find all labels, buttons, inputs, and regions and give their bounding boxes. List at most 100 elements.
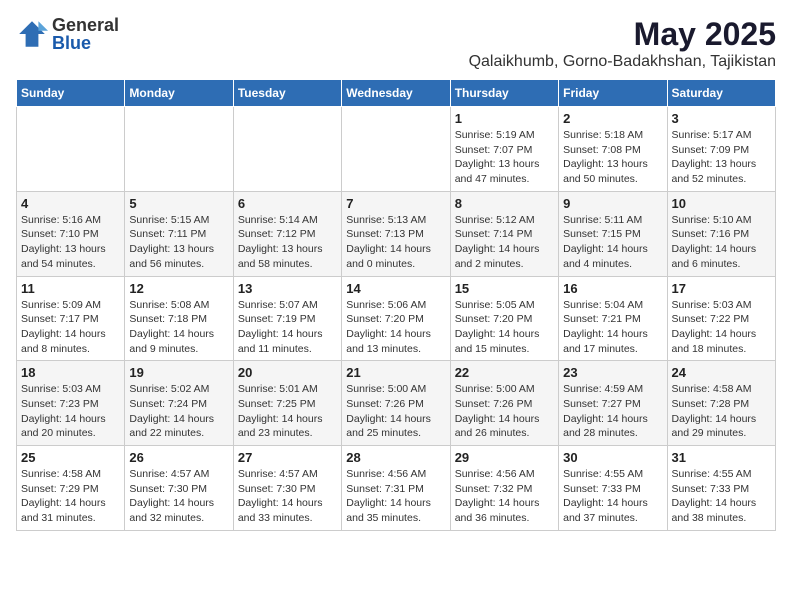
calendar-cell: 10 Sunrise: 5:10 AMSunset: 7:16 PMDayligh… [667,191,775,276]
day-number: 11 [21,281,120,296]
day-info: Sunrise: 5:06 AMSunset: 7:20 PMDaylight:… [346,298,445,357]
calendar-cell: 19Sunrise: 5:02 AMSunset: 7:24 PMDayligh… [125,361,233,446]
day-info: Sunrise: 4:56 AMSunset: 7:31 PMDaylight:… [346,467,445,526]
calendar-cell: 8 Sunrise: 5:12 AMSunset: 7:14 PMDaylight… [450,191,558,276]
header-day-tuesday: Tuesday [233,80,341,107]
logo-general-text: General [52,16,119,34]
header-day-monday: Monday [125,80,233,107]
day-number: 14 [346,281,445,296]
day-number: 10 [672,196,771,211]
calendar-cell: 11 Sunrise: 5:09 AMSunset: 7:17 PMDayligh… [17,276,125,361]
calendar-header: SundayMondayTuesdayWednesdayThursdayFrid… [17,80,776,107]
day-number: 25 [21,450,120,465]
day-number: 6 [238,196,337,211]
day-number: 16 [563,281,662,296]
day-number: 30 [563,450,662,465]
page-subtitle: Qalaikhumb, Gorno-Badakhshan, Tajikistan [469,53,776,71]
calendar-cell: 4 Sunrise: 5:16 AMSunset: 7:10 PMDaylight… [17,191,125,276]
day-info: Sunrise: 5:00 AMSunset: 7:26 PMDaylight:… [455,382,554,441]
calendar-cell: 25 Sunrise: 4:58 AMSunset: 7:29 PMDayligh… [17,446,125,531]
day-number: 3 [672,111,771,126]
day-info: Sunrise: 5:10 AMSunset: 7:16 PMDaylight:… [672,213,771,272]
day-number: 28 [346,450,445,465]
day-info: Sunrise: 5:09 AMSunset: 7:17 PMDaylight:… [21,298,120,357]
calendar-cell: 12Sunrise: 5:08 AMSunset: 7:18 PMDayligh… [125,276,233,361]
day-info: Sunrise: 4:58 AMSunset: 7:29 PMDaylight:… [21,467,120,526]
calendar-cell [125,107,233,192]
week-row-3: 18 Sunrise: 5:03 AMSunset: 7:23 PMDayligh… [17,361,776,446]
day-info: Sunrise: 5:18 AMSunset: 7:08 PMDaylight:… [563,128,662,187]
day-number: 9 [563,196,662,211]
calendar-cell: 27Sunrise: 4:57 AMSunset: 7:30 PMDayligh… [233,446,341,531]
week-row-0: 1 Sunrise: 5:19 AMSunset: 7:07 PMDaylight… [17,107,776,192]
calendar-cell: 30 Sunrise: 4:55 AMSunset: 7:33 PMDayligh… [559,446,667,531]
calendar-cell: 20Sunrise: 5:01 AMSunset: 7:25 PMDayligh… [233,361,341,446]
calendar-cell: 17Sunrise: 5:03 AMSunset: 7:22 PMDayligh… [667,276,775,361]
calendar-cell: 29Sunrise: 4:56 AMSunset: 7:32 PMDayligh… [450,446,558,531]
day-info: Sunrise: 5:11 AMSunset: 7:15 PMDaylight:… [563,213,662,272]
calendar-body: 1 Sunrise: 5:19 AMSunset: 7:07 PMDaylight… [17,107,776,531]
calendar-cell [342,107,450,192]
day-number: 20 [238,365,337,380]
day-info: Sunrise: 4:55 AMSunset: 7:33 PMDaylight:… [672,467,771,526]
day-number: 7 [346,196,445,211]
day-info: Sunrise: 4:57 AMSunset: 7:30 PMDaylight:… [238,467,337,526]
week-row-1: 4 Sunrise: 5:16 AMSunset: 7:10 PMDaylight… [17,191,776,276]
day-info: Sunrise: 4:55 AMSunset: 7:33 PMDaylight:… [563,467,662,526]
calendar-cell: 9 Sunrise: 5:11 AMSunset: 7:15 PMDaylight… [559,191,667,276]
header-day-sunday: Sunday [17,80,125,107]
calendar-cell: 5 Sunrise: 5:15 AMSunset: 7:11 PMDaylight… [125,191,233,276]
day-number: 26 [129,450,228,465]
calendar-cell: 21Sunrise: 5:00 AMSunset: 7:26 PMDayligh… [342,361,450,446]
page-title: May 2025 [469,16,776,53]
calendar-cell: 16Sunrise: 5:04 AMSunset: 7:21 PMDayligh… [559,276,667,361]
calendar-cell: 6 Sunrise: 5:14 AMSunset: 7:12 PMDaylight… [233,191,341,276]
day-info: Sunrise: 5:08 AMSunset: 7:18 PMDaylight:… [129,298,228,357]
day-number: 4 [21,196,120,211]
day-info: Sunrise: 5:16 AMSunset: 7:10 PMDaylight:… [21,213,120,272]
calendar-cell: 1 Sunrise: 5:19 AMSunset: 7:07 PMDaylight… [450,107,558,192]
calendar-cell: 24 Sunrise: 4:58 AMSunset: 7:28 PMDayligh… [667,361,775,446]
day-info: Sunrise: 5:03 AMSunset: 7:23 PMDaylight:… [21,382,120,441]
calendar-cell: 14 Sunrise: 5:06 AMSunset: 7:20 PMDayligh… [342,276,450,361]
calendar-cell: 7Sunrise: 5:13 AMSunset: 7:13 PMDaylight… [342,191,450,276]
title-block: May 2025 Qalaikhumb, Gorno-Badakhshan, T… [469,16,776,71]
calendar-cell: 26Sunrise: 4:57 AMSunset: 7:30 PMDayligh… [125,446,233,531]
day-info: Sunrise: 4:56 AMSunset: 7:32 PMDaylight:… [455,467,554,526]
day-number: 8 [455,196,554,211]
calendar-cell: 3Sunrise: 5:17 AMSunset: 7:09 PMDaylight… [667,107,775,192]
day-info: Sunrise: 5:15 AMSunset: 7:11 PMDaylight:… [129,213,228,272]
day-number: 21 [346,365,445,380]
day-number: 23 [563,365,662,380]
calendar-cell: 15Sunrise: 5:05 AMSunset: 7:20 PMDayligh… [450,276,558,361]
calendar-table: SundayMondayTuesdayWednesdayThursdayFrid… [16,79,776,531]
day-number: 24 [672,365,771,380]
day-number: 5 [129,196,228,211]
logo-icon [16,18,48,50]
day-number: 13 [238,281,337,296]
day-info: Sunrise: 4:59 AMSunset: 7:27 PMDaylight:… [563,382,662,441]
logo-text: General Blue [52,16,119,52]
day-number: 18 [21,365,120,380]
calendar-cell: 2 Sunrise: 5:18 AMSunset: 7:08 PMDaylight… [559,107,667,192]
week-row-2: 11 Sunrise: 5:09 AMSunset: 7:17 PMDayligh… [17,276,776,361]
calendar-cell: 13 Sunrise: 5:07 AMSunset: 7:19 PMDayligh… [233,276,341,361]
calendar-cell: 28 Sunrise: 4:56 AMSunset: 7:31 PMDayligh… [342,446,450,531]
calendar-cell [17,107,125,192]
day-info: Sunrise: 5:07 AMSunset: 7:19 PMDaylight:… [238,298,337,357]
logo-blue-text: Blue [52,34,119,52]
day-info: Sunrise: 5:03 AMSunset: 7:22 PMDaylight:… [672,298,771,357]
day-number: 2 [563,111,662,126]
day-info: Sunrise: 5:14 AMSunset: 7:12 PMDaylight:… [238,213,337,272]
logo: General Blue [16,16,119,52]
header-day-saturday: Saturday [667,80,775,107]
day-number: 1 [455,111,554,126]
day-number: 22 [455,365,554,380]
header-day-thursday: Thursday [450,80,558,107]
calendar-cell: 18 Sunrise: 5:03 AMSunset: 7:23 PMDayligh… [17,361,125,446]
day-info: Sunrise: 5:19 AMSunset: 7:07 PMDaylight:… [455,128,554,187]
calendar-cell: 31Sunrise: 4:55 AMSunset: 7:33 PMDayligh… [667,446,775,531]
day-info: Sunrise: 4:58 AMSunset: 7:28 PMDaylight:… [672,382,771,441]
day-info: Sunrise: 5:12 AMSunset: 7:14 PMDaylight:… [455,213,554,272]
header-day-wednesday: Wednesday [342,80,450,107]
